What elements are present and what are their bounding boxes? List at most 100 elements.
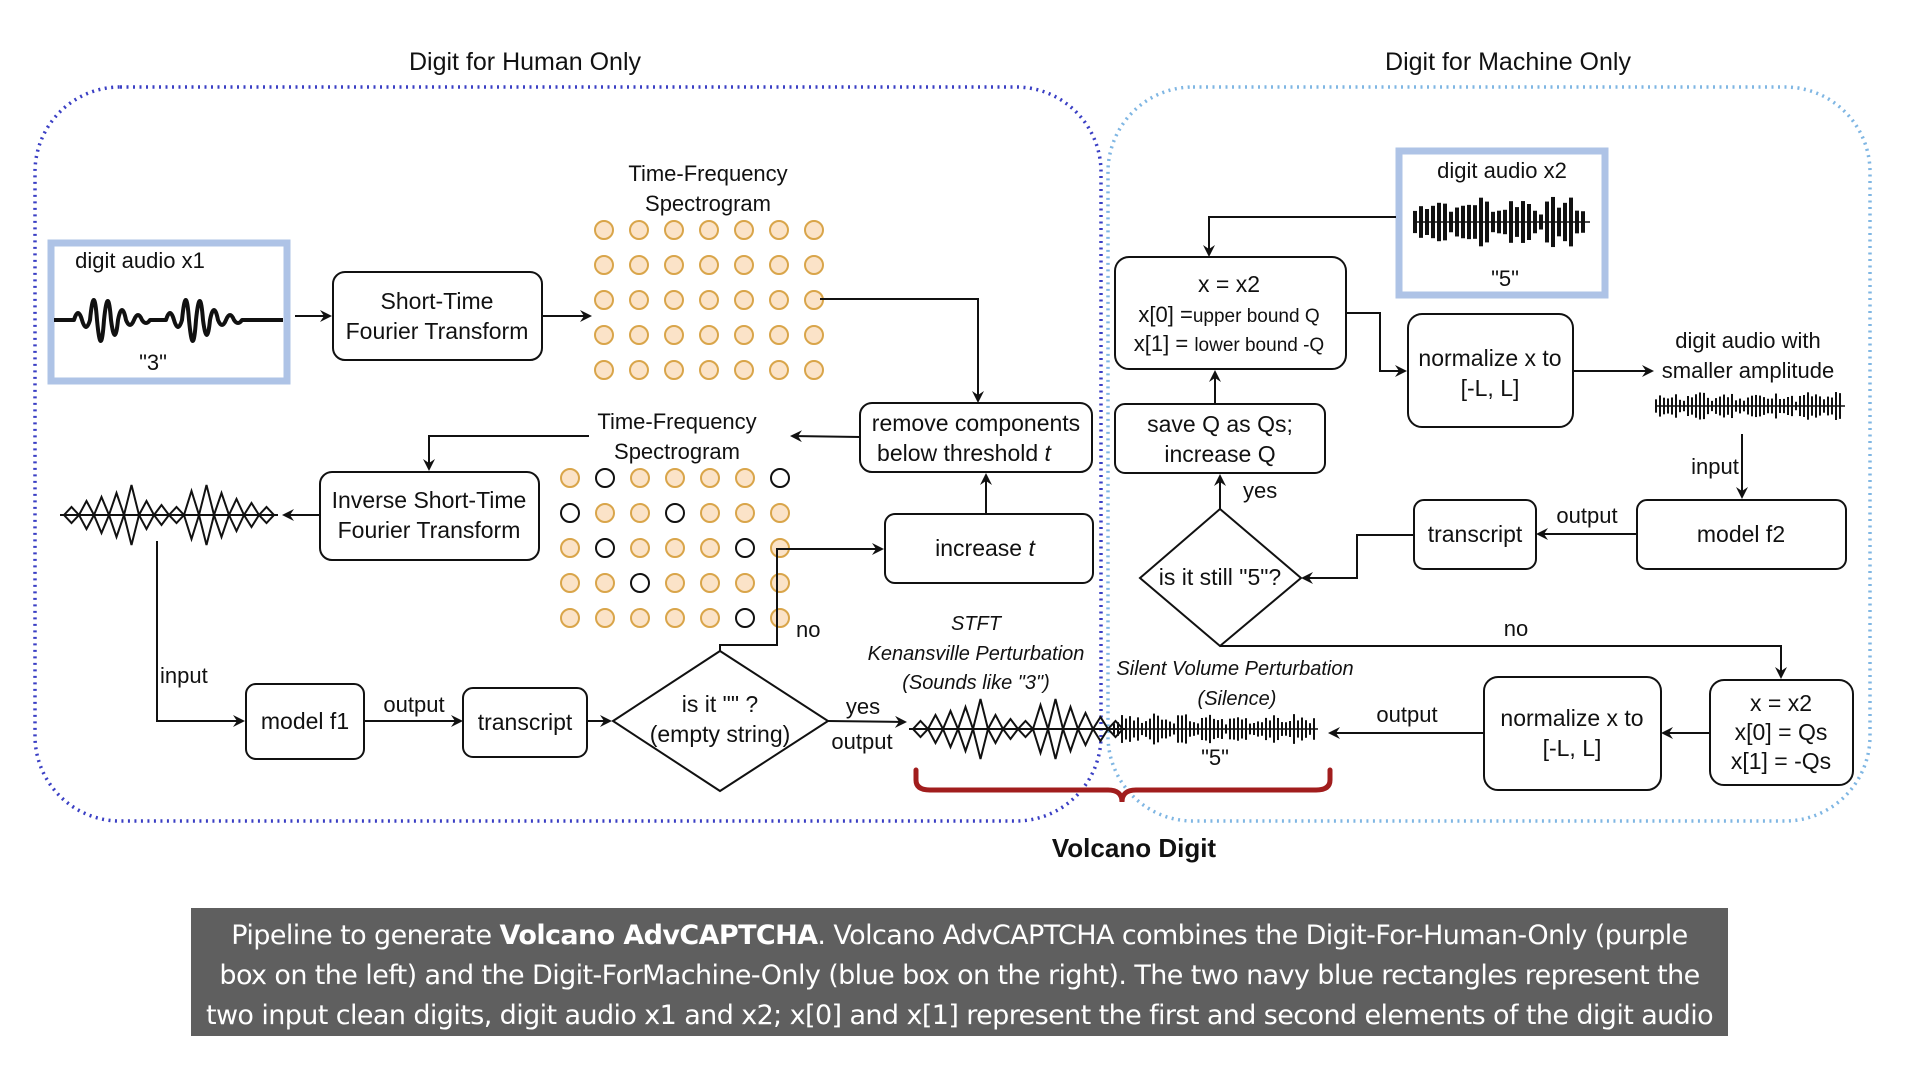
- spectrogram-cell-kept: [594, 325, 614, 345]
- waveform-bar: [1723, 394, 1725, 418]
- istft-box: Inverse Short-Time Fourier Transform: [319, 471, 540, 561]
- waveform-bar: [1683, 400, 1685, 412]
- label-silent-volume: Silent Volume Perturbation: [1116, 658, 1353, 680]
- spectrogram-cell-kept: [630, 538, 650, 558]
- spectrogram-bottom-title: Time-Frequency: [597, 409, 756, 434]
- waveform-bar: [1217, 720, 1219, 738]
- waveform-bar: [1437, 202, 1441, 242]
- waveform-bar: [1503, 209, 1507, 235]
- spectrogram-cell-kept: [629, 255, 649, 275]
- output-digit-5: "5": [1201, 745, 1229, 770]
- waveform-bar: [1419, 206, 1423, 238]
- spectrogram-cell-kept: [770, 573, 790, 593]
- waveform-bar: [1727, 397, 1729, 415]
- waveform-bar: [1497, 210, 1501, 234]
- svg-text:model f2: model f2: [1697, 521, 1785, 547]
- waveform-bar: [1149, 718, 1151, 740]
- spectrogram-cell-kept: [804, 220, 824, 240]
- svg-text:increase Q: increase Q: [1164, 441, 1275, 467]
- volcano-brace: [913, 767, 1333, 803]
- waveform-bar: [1823, 399, 1825, 413]
- spectrogram-cell-kept: [699, 325, 719, 345]
- waveform-bar: [1545, 201, 1549, 243]
- waveform-bar: [1185, 714, 1187, 744]
- spectrogram-cell-kept: [734, 360, 754, 380]
- waveform-bar: [1431, 205, 1435, 239]
- waveform-bar: [1815, 394, 1817, 418]
- svg-text:model f1: model f1: [261, 708, 349, 734]
- spectrogram-cell-kept: [594, 360, 614, 380]
- waveform-bar: [1213, 718, 1215, 740]
- waveform-bar: [1515, 207, 1519, 237]
- svg-text:x[0] =upper bound Q: x[0] =upper bound Q: [1138, 302, 1319, 327]
- waveform-bar: [1297, 720, 1299, 738]
- spectrogram-cell-kept: [629, 360, 649, 380]
- waveform-bar: [1581, 211, 1585, 233]
- waveform-bar: [1113, 723, 1115, 735]
- waveform-bar: [1739, 398, 1741, 414]
- svg-text:below threshold t: below threshold t: [877, 440, 1053, 466]
- waveform-bar: [1711, 400, 1713, 412]
- arrow-spectrogram-to-remove: [820, 298, 984, 403]
- kenansville-waveform-icon: [60, 484, 278, 546]
- spectrogram-cell-kept: [594, 220, 614, 240]
- spectrogram-cell-kept: [700, 538, 720, 558]
- waveform-bar: [1699, 392, 1701, 420]
- waveform-bar: [1157, 715, 1159, 743]
- waveform-bar: [1165, 719, 1167, 739]
- label-output-normalize: output: [1376, 702, 1437, 727]
- svg-text:remove components: remove components: [872, 410, 1080, 436]
- waveform-bar: [1691, 397, 1693, 415]
- increase-t-box: increase t: [884, 513, 1094, 584]
- svg-text:[-L, L]: [-L, L]: [1543, 735, 1602, 761]
- spectrogram-cell-kept: [734, 290, 754, 310]
- waveform-bar: [1731, 393, 1733, 419]
- spectrogram-cell-kept: [770, 608, 790, 628]
- waveform-bar: [1819, 396, 1821, 416]
- waveform-bar: [1659, 395, 1661, 417]
- spectrogram-cell-kept: [769, 290, 789, 310]
- human-only-title: Digit for Human Only: [409, 48, 642, 76]
- waveform-bar: [1253, 722, 1255, 736]
- input-x2-digit: "5": [1491, 266, 1519, 291]
- transcript-machine-box: transcript: [1413, 499, 1537, 570]
- spectrogram-cell-kept: [664, 255, 684, 275]
- waveform-bar: [1675, 394, 1677, 418]
- arrow-waveform-to-model-f1: [156, 541, 245, 727]
- waveform-bar: [1663, 397, 1665, 415]
- input-x1-title: digit audio x1: [75, 248, 205, 273]
- waveform-bar: [1137, 717, 1139, 741]
- svg-text:is it still "5"?: is it still "5"?: [1159, 564, 1281, 590]
- waveform-bar: [1161, 719, 1163, 739]
- svg-text:x[1] = lower bound -Q: x[1] = lower bound -Q: [1134, 331, 1324, 356]
- waveform-bar: [1269, 720, 1271, 738]
- still-5-decision: is it still "5"?: [1138, 507, 1303, 648]
- waveform-bar: [1209, 714, 1211, 744]
- waveform-bar: [1803, 395, 1805, 417]
- waveform-bar: [1775, 393, 1777, 419]
- spectrogram-cell-kept: [665, 468, 685, 488]
- waveform-bar: [1455, 207, 1459, 237]
- spectrogram-cell-removed: [595, 538, 615, 558]
- spectrogram-cell-kept: [770, 503, 790, 523]
- spectrogram-cell-kept: [734, 255, 754, 275]
- svg-text:is it "" ?: is it "" ?: [682, 691, 758, 717]
- spectrogram-bottom-grid: [560, 468, 790, 628]
- spectrogram-cell-kept: [804, 325, 824, 345]
- spectrogram-cell-kept: [700, 468, 720, 488]
- waveform-bar: [1759, 395, 1761, 417]
- svg-text:normalize x to: normalize x to: [1500, 705, 1643, 731]
- volcano-digit-label: Volcano Digit: [1052, 833, 1217, 863]
- waveform-bar: [1485, 201, 1489, 243]
- svg-text:save Q as Qs;: save Q as Qs;: [1147, 411, 1293, 437]
- spectrogram-cell-removed: [770, 468, 790, 488]
- waveform-bar: [1735, 400, 1737, 412]
- init-x-box: x = x2 x[0] =upper bound Q x[1] = lower …: [1114, 256, 1347, 370]
- input-digit-x1: digit audio x1 "3": [47, 239, 291, 385]
- waveform-bar: [1121, 715, 1123, 743]
- spectrogram-cell-kept: [629, 325, 649, 345]
- svg-text:Fourier Transform: Fourier Transform: [338, 517, 521, 543]
- spectrogram-cell-kept: [560, 538, 580, 558]
- model-f2-box: model f2: [1636, 499, 1847, 570]
- waveform-bar: [1569, 197, 1573, 247]
